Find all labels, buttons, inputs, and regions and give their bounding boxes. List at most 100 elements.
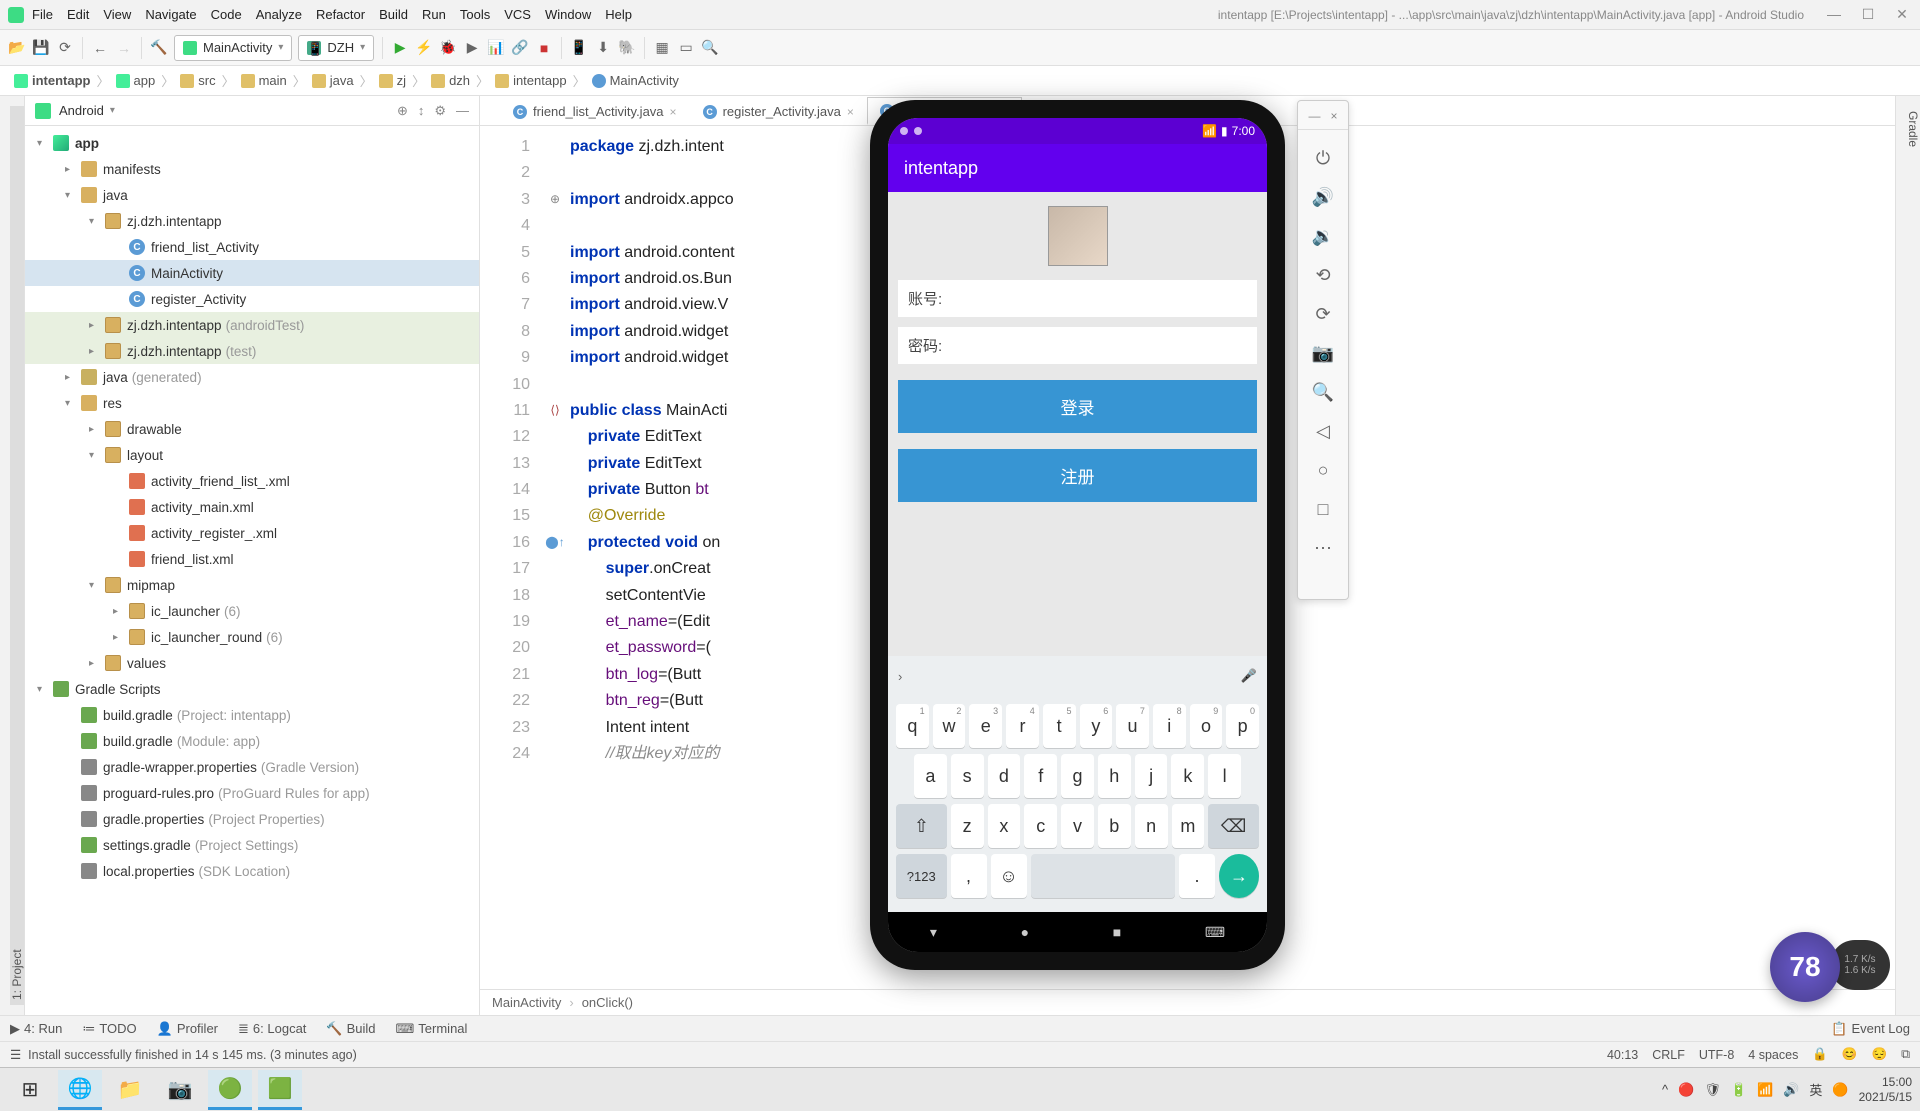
tw-logcat[interactable]: ≣ 6: Logcat xyxy=(238,1021,306,1037)
crumb-main[interactable]: main xyxy=(235,73,293,88)
emu-minimize[interactable]: — xyxy=(1308,109,1320,123)
crumb-dzh[interactable]: dzh xyxy=(425,73,476,88)
crumb-zj[interactable]: zj xyxy=(373,73,412,88)
device-dropdown[interactable]: 📱DZH xyxy=(298,35,374,61)
expand-all-icon[interactable]: ↕ xyxy=(418,103,425,119)
crumb-file[interactable]: MainActivity xyxy=(586,73,685,88)
task-browser[interactable]: 🌐 xyxy=(58,1070,102,1110)
layout-icon[interactable]: ▭ xyxy=(677,39,695,57)
emu-power-icon[interactable]: ⏻ xyxy=(1316,148,1330,169)
key-enter[interactable]: → xyxy=(1219,854,1259,898)
tray-wifi-icon[interactable]: 📶 xyxy=(1757,1082,1773,1098)
key-w[interactable]: w2 xyxy=(933,704,966,748)
menu-navigate[interactable]: Navigate xyxy=(145,7,196,22)
open-icon[interactable]: 📂 xyxy=(8,39,26,57)
project-tree[interactable]: ▾app ▸manifests ▾java ▾zj.dzh.intentapp … xyxy=(25,126,479,1015)
emu-close[interactable]: × xyxy=(1330,109,1337,123)
avd-icon[interactable]: 📱 xyxy=(570,39,588,57)
tw-run[interactable]: ▶ 4: Run xyxy=(10,1021,62,1037)
key-f[interactable]: f xyxy=(1024,754,1057,798)
key-o[interactable]: o9 xyxy=(1190,704,1223,748)
menu-refactor[interactable]: Refactor xyxy=(316,7,365,22)
task-emulator[interactable]: 🟩 xyxy=(258,1070,302,1110)
taskbar-clock[interactable]: 15:002021/5/15 xyxy=(1859,1075,1912,1104)
key-space[interactable] xyxy=(1031,854,1175,898)
lock-icon[interactable]: 🔒 xyxy=(1812,1047,1828,1062)
key-k[interactable]: k xyxy=(1171,754,1204,798)
hammer-icon[interactable]: 🔨 xyxy=(150,39,168,57)
line-separator[interactable]: CRLF xyxy=(1652,1048,1685,1062)
key-q[interactable]: q1 xyxy=(896,704,929,748)
key-e[interactable]: e3 xyxy=(969,704,1002,748)
sdk-icon[interactable]: ⬇ xyxy=(594,39,612,57)
coverage-icon[interactable]: ▶ xyxy=(463,39,481,57)
emu-zoom-icon[interactable]: 🔍 xyxy=(1312,382,1334,403)
gradle-icon[interactable]: 🐘 xyxy=(618,39,636,57)
account-field[interactable]: 账号: xyxy=(898,280,1257,317)
menu-tools[interactable]: Tools xyxy=(460,7,490,22)
stop-icon[interactable]: ■ xyxy=(535,39,553,57)
tray-ime-icon[interactable]: 英 xyxy=(1809,1080,1822,1099)
tw-build[interactable]: 🔨 Build xyxy=(326,1021,375,1037)
login-button[interactable]: 登录 xyxy=(898,380,1257,433)
key-z[interactable]: z xyxy=(951,804,984,848)
key-g[interactable]: g xyxy=(1061,754,1094,798)
key-h[interactable]: h xyxy=(1098,754,1131,798)
key-v[interactable]: v xyxy=(1061,804,1094,848)
tw-event-log[interactable]: 📋 Event Log xyxy=(1831,1021,1910,1037)
key-backspace[interactable]: ⌫ xyxy=(1208,804,1259,848)
close-button[interactable]: ✕ xyxy=(1892,6,1912,23)
emu-rotate-right-icon[interactable]: ⟳ xyxy=(1315,304,1330,325)
tw-profiler[interactable]: 👤 Profiler xyxy=(157,1021,218,1037)
key-u[interactable]: u7 xyxy=(1116,704,1149,748)
menu-analyze[interactable]: Analyze xyxy=(256,7,302,22)
sync-icon[interactable]: ⟳ xyxy=(56,39,74,57)
menu-run[interactable]: Run xyxy=(422,7,446,22)
emu-back-icon[interactable]: ◁ xyxy=(1316,421,1330,442)
key-b[interactable]: b xyxy=(1098,804,1131,848)
key-emoji[interactable]: ☺ xyxy=(991,854,1027,898)
caret-position[interactable]: 40:13 xyxy=(1607,1048,1638,1062)
start-button[interactable]: ⊞ xyxy=(8,1070,52,1110)
back-icon[interactable]: ← xyxy=(91,39,109,57)
key-symbols[interactable]: ?123 xyxy=(896,854,947,898)
tray-app4-icon[interactable]: 🟠 xyxy=(1832,1082,1848,1098)
menu-view[interactable]: View xyxy=(103,7,131,22)
tab-register[interactable]: Cregister_Activity.java× xyxy=(690,97,867,125)
crumb-root[interactable]: intentapp xyxy=(8,73,97,88)
tray-app3-icon[interactable]: 🔋 xyxy=(1731,1082,1747,1098)
emu-home-icon[interactable]: ○ xyxy=(1318,460,1329,481)
key-j[interactable]: j xyxy=(1135,754,1168,798)
key-d[interactable]: d xyxy=(988,754,1021,798)
indent-settings[interactable]: 4 spaces xyxy=(1748,1048,1798,1062)
key-y[interactable]: y6 xyxy=(1080,704,1113,748)
key-c[interactable]: c xyxy=(1024,804,1057,848)
file-encoding[interactable]: UTF-8 xyxy=(1699,1048,1734,1062)
tree-mainactivity[interactable]: MainActivity xyxy=(25,260,479,286)
emu-rotate-left-icon[interactable]: ⟲ xyxy=(1315,265,1330,286)
structure-icon[interactable]: ▦ xyxy=(653,39,671,57)
key-period[interactable]: . xyxy=(1179,854,1215,898)
key-s[interactable]: s xyxy=(951,754,984,798)
menu-build[interactable]: Build xyxy=(379,7,408,22)
nav-home[interactable]: ● xyxy=(1021,924,1029,940)
key-l[interactable]: l xyxy=(1208,754,1241,798)
gear-icon[interactable]: ⚙ xyxy=(434,103,446,119)
task-explorer[interactable]: 📁 xyxy=(108,1070,152,1110)
key-m[interactable]: m xyxy=(1172,804,1205,848)
emu-recent-icon[interactable]: □ xyxy=(1318,499,1329,520)
key-i[interactable]: i8 xyxy=(1153,704,1186,748)
nav-back[interactable]: ▾ xyxy=(930,924,937,941)
debug-icon[interactable]: 🐞 xyxy=(439,39,457,57)
editor-breadcrumb[interactable]: MainActivity›onClick() xyxy=(480,989,1895,1015)
key-p[interactable]: p0 xyxy=(1226,704,1259,748)
tray-app1-icon[interactable]: 🔴 xyxy=(1678,1082,1694,1098)
key-n[interactable]: n xyxy=(1135,804,1168,848)
key-shift[interactable]: ⇧ xyxy=(896,804,947,848)
tw-todo[interactable]: ≔ TODO xyxy=(82,1021,136,1037)
forward-icon[interactable]: → xyxy=(115,39,133,57)
emu-volume-up-icon[interactable]: 🔊 xyxy=(1312,187,1334,208)
task-camera[interactable]: 📷 xyxy=(158,1070,202,1110)
menu-edit[interactable]: Edit xyxy=(67,7,89,22)
windows-taskbar[interactable]: ⊞ 🌐 📁 📷 🟢 🟩 ^ 🔴 🛡 🔋 📶 🔊 英 🟠 15:002021/5/… xyxy=(0,1067,1920,1111)
